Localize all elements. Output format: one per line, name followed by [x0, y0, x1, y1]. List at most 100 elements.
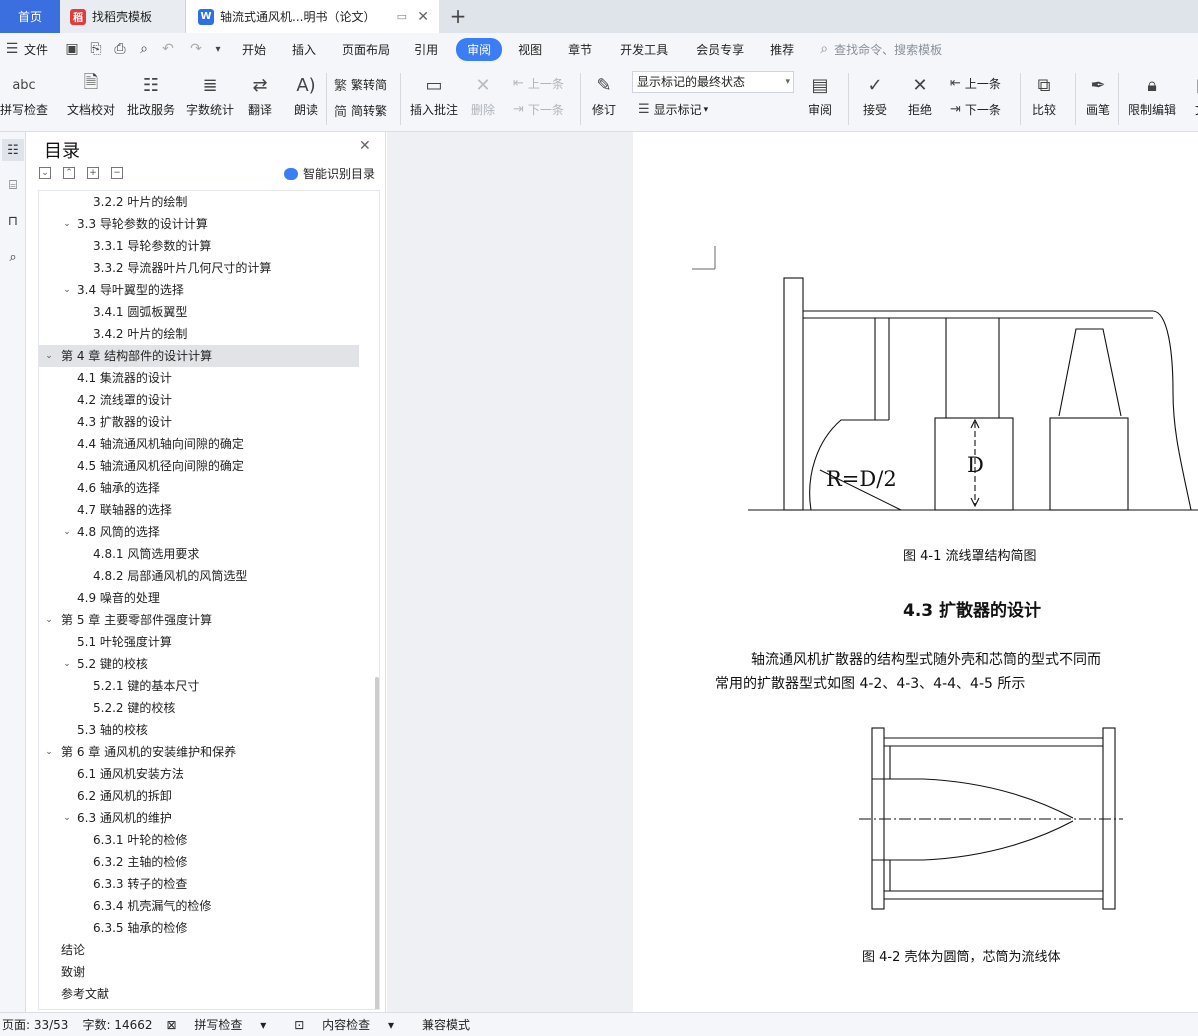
track-changes-button[interactable]: ✎ 修订 [589, 71, 619, 118]
more-button[interactable]: ▯文 [1186, 71, 1198, 118]
content-check-status[interactable]: ⊡ 内容检查 ▾ [294, 1016, 408, 1033]
print-icon[interactable]: ⎙ [110, 41, 130, 57]
toc-item[interactable]: 3.3.1 导轮参数的计算 [39, 235, 359, 257]
markup-state-select[interactable]: 显示标记的最终状态 ▾ [632, 71, 794, 93]
save-icon[interactable]: ▣ [62, 41, 82, 57]
delete-comment-button[interactable]: ✕ 删除 [468, 71, 498, 118]
menu-review[interactable]: 审阅 [456, 37, 503, 61]
toc-item[interactable]: 4.4 轴流通风机轴向间隙的确定 [39, 433, 359, 455]
toc-item[interactable]: ⌄ 4.8 风筒的选择 [39, 521, 359, 543]
toc-item[interactable]: ⌄ 6.3 通风机的维护 [39, 807, 359, 829]
compare-button[interactable]: ⧉ 比较 [1029, 71, 1059, 118]
quick-access-dropdown-icon[interactable]: ▾ [208, 44, 228, 55]
toc-item[interactable]: ⌄ 第 6 章 通风机的安装维护和保养 [39, 741, 359, 763]
toc-item[interactable]: 5.2.2 键的校核 [39, 697, 359, 719]
accept-button[interactable]: ✓ 接受 [860, 71, 890, 118]
prev-comment-button[interactable]: ⇤ 上一条 [513, 75, 564, 92]
trad-to-simp-button[interactable]: 繁繁转简 [334, 75, 387, 94]
toc-item[interactable]: 4.5 轴流通风机径向间隙的确定 [39, 455, 359, 477]
chevron-down-icon[interactable]: ⌄ [43, 741, 55, 763]
tab-document[interactable]: W 轴流式通风机...明书（论文） ▭ ✕ [186, 0, 439, 33]
toc-item[interactable]: 3.4.1 圆弧板翼型 [39, 301, 359, 323]
toc-item[interactable]: 致谢 [39, 961, 359, 983]
restrict-editing-button[interactable]: 🔒︎ 限制编辑 [1128, 71, 1176, 118]
toc-item[interactable]: 5.2.1 键的基本尺寸 [39, 675, 359, 697]
chevron-down-icon[interactable]: ⌄ [61, 653, 73, 675]
export-pdf-icon[interactable]: ⎘ [86, 41, 106, 57]
toc-item[interactable]: 6.3.5 轴承的检修 [39, 917, 359, 939]
command-search-input[interactable]: 查找命令、搜索模板 [834, 41, 942, 58]
bookmark-icon[interactable]: ⊓ [2, 210, 24, 232]
menu-developer[interactable]: 开发工具 [620, 41, 668, 58]
close-icon[interactable]: ✕ [359, 138, 371, 154]
menu-member[interactable]: 会员专享 [696, 41, 744, 58]
remove-item-icon[interactable]: − [111, 167, 123, 179]
toc-item[interactable]: 4.6 轴承的选择 [39, 477, 359, 499]
toc-item[interactable]: ⌄ 3.4 导叶翼型的选择 [39, 279, 359, 301]
correction-service-button[interactable]: ☷ 批改服务 [127, 71, 175, 118]
toc-item[interactable]: 6.2 通风机的拆卸 [39, 785, 359, 807]
toc-item[interactable]: 6.3.1 叶轮的检修 [39, 829, 359, 851]
toc-item[interactable]: 6.1 通风机安装方法 [39, 763, 359, 785]
redo-icon[interactable]: ↷ [186, 41, 206, 57]
toc-item[interactable]: ⌄ 3.3 导轮参数的设计计算 [39, 213, 359, 235]
search-icon[interactable]: ⌕ [2, 246, 24, 268]
tab-template[interactable]: 稻 找稻壳模板 [60, 0, 186, 33]
outline-icon[interactable]: ⌸ [2, 174, 24, 196]
word-count-indicator[interactable]: 字数: 14662 [82, 1016, 152, 1033]
expand-level-icon[interactable]: ⌃ [63, 167, 75, 179]
menu-start[interactable]: 开始 [242, 41, 266, 58]
toc-item[interactable]: 4.1 集流器的设计 [39, 367, 359, 389]
next-comment-button[interactable]: ⇥ 下一条 [513, 101, 564, 118]
toc-item[interactable]: 4.2 流线罩的设计 [39, 389, 359, 411]
hamburger-icon[interactable]: ☰ [2, 41, 22, 57]
toc-item[interactable]: 3.2.2 叶片的绘制 [39, 191, 359, 213]
toc-item[interactable]: 6.3.4 机壳漏气的检修 [39, 895, 359, 917]
toc-item[interactable]: 5.3 轴的校核 [39, 719, 359, 741]
next-change-button[interactable]: ⇥ 下一条 [950, 101, 1001, 118]
toc-item[interactable]: ⌄ 第 4 章 结构部件的设计计算 [39, 345, 359, 367]
show-markup-button[interactable]: ☰ 显示标记 ▾ [638, 101, 708, 118]
toc-item[interactable]: 4.8.2 局部通风机的风筒选型 [39, 565, 359, 587]
close-tab-icon[interactable]: ✕ [417, 9, 429, 25]
prev-change-button[interactable]: ⇤ 上一条 [950, 75, 1001, 92]
chevron-down-icon[interactable]: ⌄ [43, 609, 55, 631]
toc-item[interactable]: 结论 [39, 939, 359, 961]
toc-item[interactable]: 4.7 联轴器的选择 [39, 499, 359, 521]
menu-chapter[interactable]: 章节 [568, 41, 592, 58]
word-count-button[interactable]: ≣ 字数统计 [186, 71, 234, 118]
toc-item[interactable]: 3.3.2 导流器叶片几何尺寸的计算 [39, 257, 359, 279]
insert-comment-button[interactable]: ▭ 插入批注 [410, 71, 458, 118]
chevron-down-icon[interactable]: ⌄ [61, 521, 73, 543]
toc-scrollbar[interactable] [375, 677, 379, 1009]
toc-item[interactable]: 3.4.2 叶片的绘制 [39, 323, 359, 345]
toc-item[interactable]: ⌄ 5.2 键的校核 [39, 653, 359, 675]
menu-file[interactable]: 文件 [24, 41, 48, 58]
toc-item[interactable]: 4.3 扩散器的设计 [39, 411, 359, 433]
toc-item[interactable]: 4.9 噪音的处理 [39, 587, 359, 609]
chevron-down-icon[interactable]: ⌄ [61, 807, 73, 829]
chevron-down-icon[interactable]: ⌄ [61, 279, 73, 301]
read-aloud-button[interactable]: A) 朗读 [291, 71, 321, 118]
toc-item[interactable]: ⌄ 第 5 章 主要零部件强度计算 [39, 609, 359, 631]
proofread-button[interactable]: 🗎 文档校对 [67, 71, 115, 118]
add-item-icon[interactable]: + [87, 167, 99, 179]
menu-page-layout[interactable]: 页面布局 [342, 41, 390, 58]
toc-item[interactable]: 6.3.3 转子的检查 [39, 873, 359, 895]
reject-button[interactable]: ✕ 拒绝 [905, 71, 935, 118]
toc-item[interactable]: 5.1 叶轮强度计算 [39, 631, 359, 653]
menu-view[interactable]: 视图 [518, 41, 542, 58]
pen-button[interactable]: ✒ 画笔 [1083, 71, 1113, 118]
toc-panel-icon[interactable]: ☷ [2, 139, 24, 161]
chevron-down-icon[interactable]: ⌄ [61, 213, 73, 235]
collapse-all-icon[interactable]: ⌄ [39, 167, 51, 179]
smart-toc-button[interactable]: 智能识别目录 [284, 165, 375, 182]
toc-item[interactable]: 参考文献 [39, 983, 359, 1005]
chevron-down-icon[interactable]: ⌄ [43, 345, 55, 367]
menu-recommend[interactable]: 推荐 [770, 41, 794, 58]
new-tab-button[interactable]: + [446, 4, 470, 28]
tab-home[interactable]: 首页 [0, 0, 60, 33]
page-indicator[interactable]: 页面: 33/53 [2, 1016, 68, 1033]
toc-item[interactable]: 6.3.2 主轴的检修 [39, 851, 359, 873]
menu-insert[interactable]: 插入 [292, 41, 316, 58]
